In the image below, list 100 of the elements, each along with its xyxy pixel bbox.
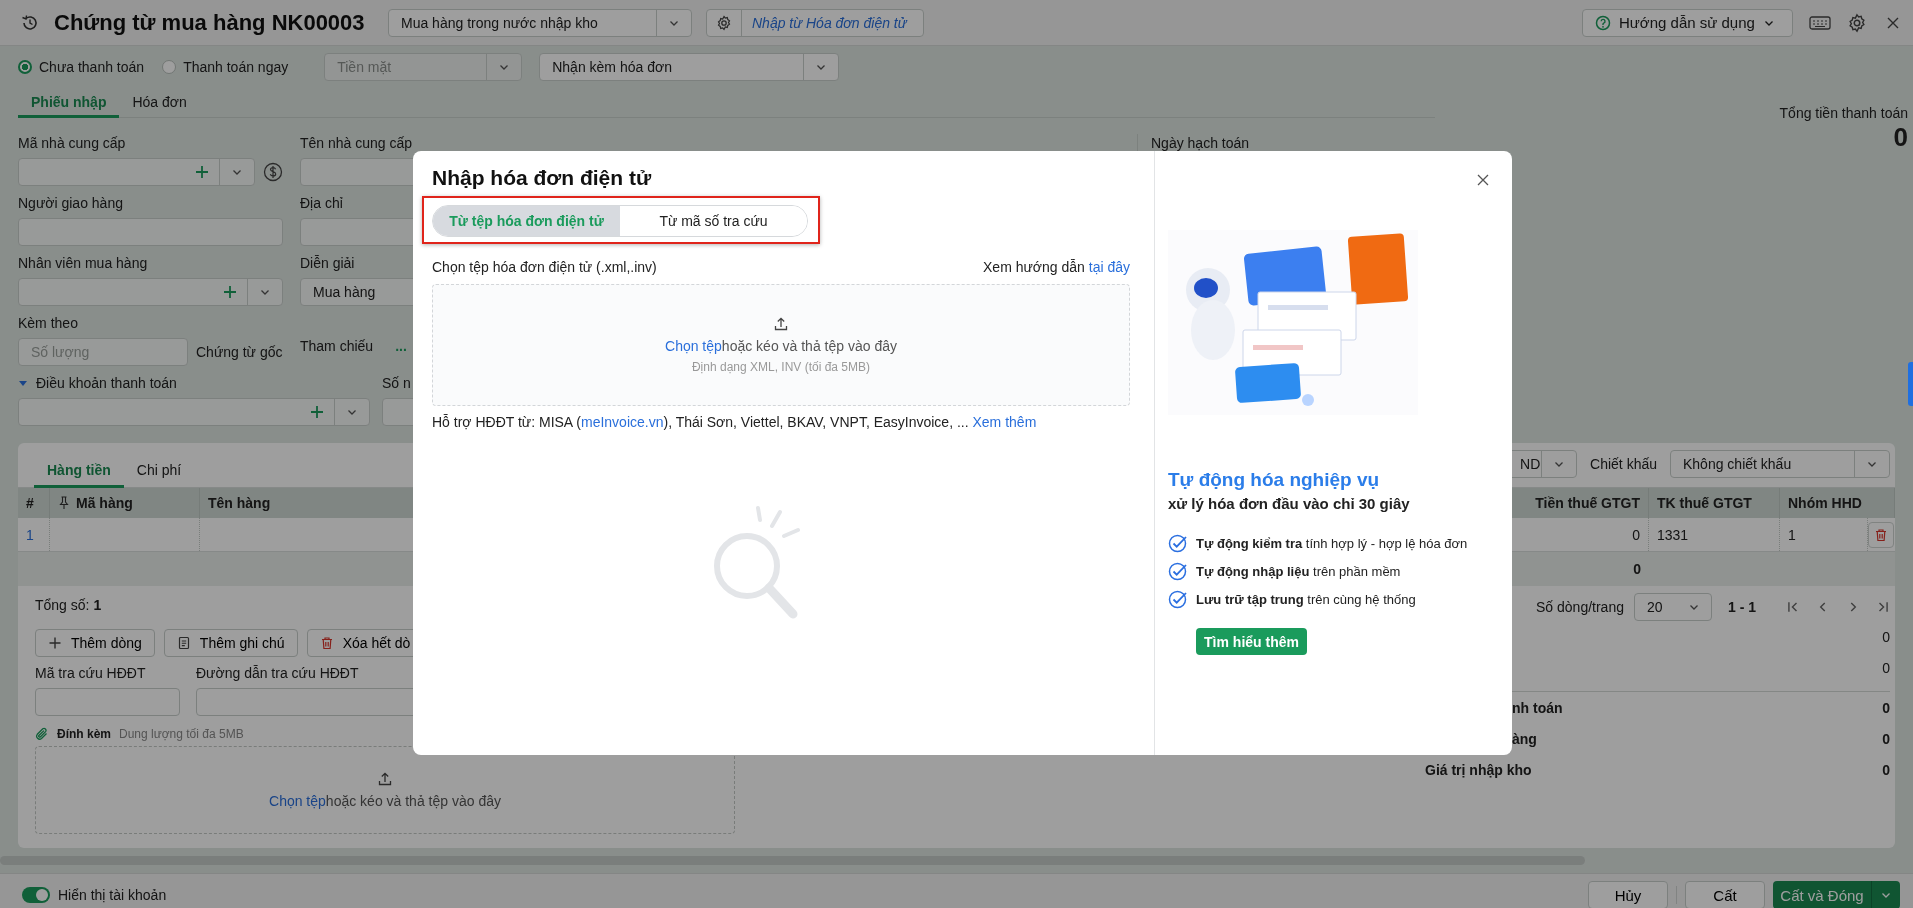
format-hint: Định dạng XML, INV (tối đa 5MB)	[691, 360, 871, 374]
close-icon[interactable]	[1476, 173, 1490, 187]
attach-hint: Dung lượng tối đa 5MB	[119, 727, 244, 741]
history-icon[interactable]	[20, 12, 40, 33]
toggle-label: Hiển thị tài khoản	[58, 887, 167, 903]
column-header: TK thuế GTGT	[1649, 488, 1780, 518]
invoice-option-select[interactable]: Nhận kèm hóa đơn	[539, 53, 840, 81]
save-button[interactable]: Cất	[1685, 881, 1765, 908]
field-label: Kèm theo	[18, 314, 79, 332]
summary-value: 0	[1882, 628, 1890, 645]
file-label: Chọn tệp hóa đơn điện tử (.xml,.inv)	[432, 258, 657, 277]
table-cell: 1	[18, 518, 50, 551]
column-header: Mã hàng	[76, 495, 133, 511]
check-circle-icon	[1168, 561, 1188, 581]
guide-text: Xem hướng dẫn tại đây	[983, 258, 1130, 277]
paperclip-icon	[35, 727, 49, 741]
add-note-button[interactable]: Thêm ghi chú	[163, 629, 298, 657]
summary-value: 0	[1882, 659, 1890, 676]
learn-more-button[interactable]: Tìm hiểu thêm	[1196, 628, 1307, 655]
summary-value: 0	[1882, 699, 1890, 716]
field-label: Nhân viên mua hàng	[18, 254, 149, 272]
column-header: Nhóm HHD	[1787, 494, 1863, 513]
grid-tab[interactable]: Chi phí	[123, 455, 195, 488]
field-label: Mã tra cứu HĐĐT	[35, 664, 147, 682]
trash-icon	[1874, 527, 1888, 542]
dollar-icon[interactable]	[263, 162, 283, 182]
keyboard-icon[interactable]	[1809, 14, 1831, 31]
choose-file-link[interactable]: Chọn tệp	[269, 793, 326, 809]
trash-icon	[319, 636, 334, 650]
save-close-button[interactable]: Cất và Đóng	[1773, 881, 1900, 908]
add-row-button[interactable]: Thêm dòng	[35, 629, 155, 657]
voucher-type-select[interactable]: Mua hàng trong nước nhập kho	[388, 8, 692, 37]
support-text: Hỗ trợ HĐĐT từ: MISA (meInvoice.vn), Thái Sơn, Viettel, BKAV, VNPT, EasyInvoice, ... Xem thêm	[432, 413, 1038, 432]
feature-text: Tự động kiểm tra tính hợp lý - hợp lệ hóa đơn	[1196, 535, 1468, 551]
see-more-link[interactable]: Xem thêm	[972, 414, 1037, 430]
total-value: 0	[1893, 122, 1908, 152]
field-label: Mã nhà cung cấp	[18, 134, 127, 152]
quantity-field[interactable]: Số lượng	[18, 338, 188, 366]
side-handle[interactable]	[1908, 362, 1913, 406]
dialog-title: Nhập hóa đơn điện tử	[432, 165, 653, 191]
first-page-icon[interactable]	[1786, 600, 1800, 614]
payment-radio[interactable]: Chưa thanh toán	[18, 59, 145, 75]
payment-terms-field[interactable]	[18, 398, 370, 426]
summary-label: nh toán	[1511, 699, 1563, 716]
field-label: Số n	[382, 374, 412, 392]
table-cell-text: 0	[1632, 560, 1642, 579]
settings-icon[interactable]	[1847, 12, 1867, 33]
guide-link[interactable]: tại đây	[1088, 259, 1130, 275]
field-label: Đường dẫn tra cứu HĐĐT	[196, 664, 360, 682]
choose-file-link[interactable]: Chọn tệp	[665, 338, 722, 354]
table-cell: 1	[1780, 518, 1868, 551]
page-size-select[interactable]: 20	[1634, 593, 1712, 621]
row-count: Tổng số: 1	[35, 596, 103, 615]
drop-text: hoặc kéo và thả tệp vào đây	[721, 338, 897, 354]
help-button[interactable]: Hướng dẫn sử dụng	[1582, 8, 1793, 37]
deliverer-field[interactable]	[18, 218, 283, 246]
upload-icon	[773, 316, 789, 332]
unit-label: Chứng từ gốc	[196, 344, 283, 360]
check-circle-icon	[1168, 533, 1188, 553]
field-label: Điều khoản thanh toán	[36, 374, 177, 392]
drop-text: hoặc kéo và thả tệp vào đây	[325, 793, 501, 809]
pin-icon[interactable]	[58, 496, 70, 510]
note-icon	[176, 636, 191, 650]
help-icon	[1595, 14, 1611, 31]
check-circle-icon	[1168, 589, 1188, 609]
plus-icon[interactable]	[195, 165, 209, 179]
toggle-switch[interactable]	[22, 887, 50, 903]
field-label: Người giao hàng	[18, 194, 124, 212]
purchaser-field[interactable]	[18, 278, 283, 306]
summary-label: àng	[1511, 730, 1537, 747]
summary-label: Giá trị nhập kho	[1425, 761, 1532, 778]
import-einvoice-button[interactable]: Nhập từ Hóa đơn điện tử	[706, 8, 924, 37]
page-title: Chứng từ mua hàng NK00003	[54, 9, 366, 36]
discount-select[interactable]: Không chiết khấu	[1670, 450, 1890, 478]
meinvoice-link[interactable]: meInvoice.vn	[581, 414, 664, 430]
summary-value: 0	[1882, 761, 1890, 778]
field-label: Tên nhà cung cấp	[300, 134, 414, 152]
cancel-button[interactable]: Hủy	[1588, 881, 1668, 908]
form-tab[interactable]: Hóa đơn	[119, 88, 200, 118]
delete-row-button[interactable]	[1868, 521, 1894, 548]
attach-label: Đính kèm	[57, 727, 111, 741]
page-size-label: Số dòng/trang	[1536, 599, 1624, 615]
field-label: Địa chỉ	[300, 194, 344, 212]
discount-label: Chiết khấu	[1590, 456, 1657, 472]
field-label: Ngày hạch toán	[1151, 134, 1250, 152]
supplier-code-field[interactable]	[18, 158, 255, 186]
promo-subheading: xử lý hóa đơn đầu vào chỉ 30 giây	[1168, 494, 1411, 514]
field-label: Tham chiếu	[300, 338, 374, 354]
summary-value: 0	[1882, 730, 1890, 747]
lookup-code-field[interactable]	[35, 688, 180, 716]
plus-icon[interactable]	[223, 285, 237, 299]
caret-icon[interactable]	[18, 378, 28, 388]
drop-zone[interactable]: Chọn tệphoặc kéo và thả tệp vào đây Định dạng XML, INV (tối đa 5MB)	[432, 284, 1130, 406]
settings-icon[interactable]	[716, 14, 732, 31]
feature-text: Tự động nhập liệu trên phần mềm	[1196, 563, 1401, 579]
payment-radio[interactable]: Thanh toán ngay	[162, 59, 289, 75]
last-page-icon[interactable]	[1876, 600, 1890, 614]
total-label: Tổng tiền thanh toán	[1779, 104, 1908, 122]
table-cell: 1331	[1649, 518, 1780, 551]
plus-icon[interactable]	[310, 405, 324, 419]
